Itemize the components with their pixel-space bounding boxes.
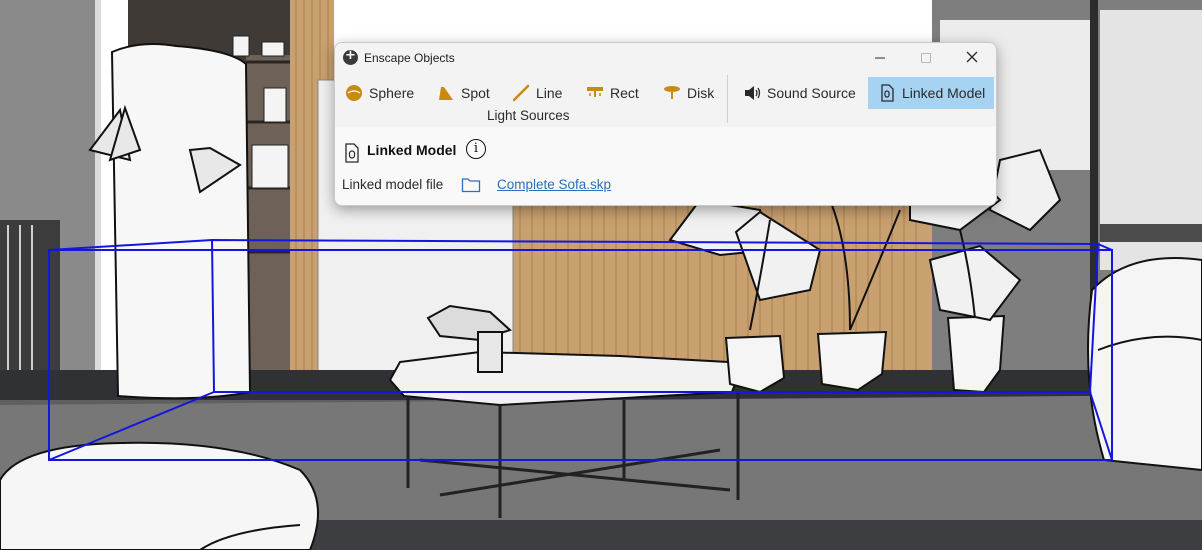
line-label: Line — [536, 85, 563, 101]
disk-label: Disk — [687, 85, 715, 101]
minimize-button[interactable] — [857, 43, 903, 73]
sphere-light-button[interactable]: Sphere — [345, 77, 414, 109]
speaker-icon — [745, 86, 761, 100]
rect-light-button[interactable]: Rect — [586, 77, 639, 109]
disk-light-icon — [664, 86, 680, 99]
folder-icon[interactable] — [461, 176, 481, 193]
sound-source-label: Sound Source — [767, 85, 856, 101]
sphere-label: Sphere — [369, 85, 415, 101]
minimize-icon — [875, 57, 885, 59]
title-bar[interactable]: Enscape Objects — [335, 43, 996, 73]
sound-source-button[interactable]: Sound Source — [743, 77, 856, 109]
linked-model-file-label: Linked model file — [342, 177, 444, 192]
linked-model-label: Linked Model — [902, 85, 986, 101]
rect-label: Rect — [610, 85, 639, 101]
enscape-app-icon — [343, 48, 358, 65]
spot-light-button[interactable]: Spot — [437, 77, 490, 109]
linked-model-panel-icon — [345, 143, 359, 163]
window-title: Enscape Objects — [364, 51, 455, 65]
enscape-objects-window: Enscape Objects Sphere Spot Line Rect — [334, 42, 997, 206]
line-light-button[interactable]: Line — [512, 77, 562, 109]
spot-light-icon — [439, 87, 453, 100]
close-icon — [966, 51, 978, 63]
sphere-light-icon — [346, 85, 362, 101]
linked-model-file-link[interactable]: Complete Sofa.skp — [497, 177, 611, 192]
toolbar-separator — [727, 75, 728, 123]
linked-model-icon — [881, 84, 894, 102]
panel-title: Linked Model — [367, 142, 457, 158]
object-toolbar: Sphere Spot Line Rect Disk Sound Source … — [335, 73, 996, 127]
spot-label: Spot — [461, 85, 490, 101]
info-icon[interactable]: i — [466, 139, 486, 159]
close-button[interactable] — [949, 43, 995, 73]
rect-light-icon — [587, 87, 603, 97]
disk-light-button[interactable]: Disk — [663, 77, 714, 109]
linked-model-button[interactable]: Linked Model — [868, 77, 994, 109]
light-sources-group-label: Light Sources — [487, 108, 570, 123]
maximize-icon — [921, 53, 931, 63]
line-light-icon — [512, 84, 530, 102]
maximize-button[interactable] — [903, 43, 949, 73]
properties-panel: Linked Model i Linked model file Complet… — [335, 127, 996, 205]
